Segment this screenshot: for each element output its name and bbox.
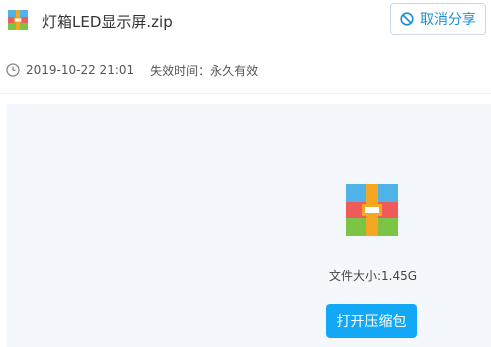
open-archive-button[interactable]: 打开压缩包 bbox=[326, 304, 417, 338]
file-header: 灯箱LED显示屏.zip 取消分享 bbox=[0, 0, 491, 44]
file-size: 文件大小:1.45G bbox=[329, 267, 417, 284]
file-size-label: 文件大小: bbox=[329, 269, 382, 283]
share-meta: 2019-10-22 21:01 失效时间： 永久有效 bbox=[6, 60, 258, 80]
cancel-share-label: 取消分享 bbox=[420, 12, 476, 28]
clock-icon bbox=[6, 63, 20, 77]
cancel-share-button[interactable]: 取消分享 bbox=[390, 3, 486, 35]
file-preview-panel bbox=[6, 104, 491, 347]
archive-zip-icon bbox=[8, 10, 28, 30]
file-size-value: 1.45G bbox=[381, 269, 418, 283]
ban-icon bbox=[400, 12, 414, 26]
divider bbox=[0, 93, 491, 94]
archive-large-icon bbox=[346, 184, 398, 236]
share-date: 2019-10-22 21:01 bbox=[26, 63, 135, 77]
expire-label: 失效时间： bbox=[150, 63, 211, 78]
file-title: 灯箱LED显示屏.zip bbox=[42, 13, 173, 31]
expire-value: 永久有效 bbox=[210, 63, 259, 78]
